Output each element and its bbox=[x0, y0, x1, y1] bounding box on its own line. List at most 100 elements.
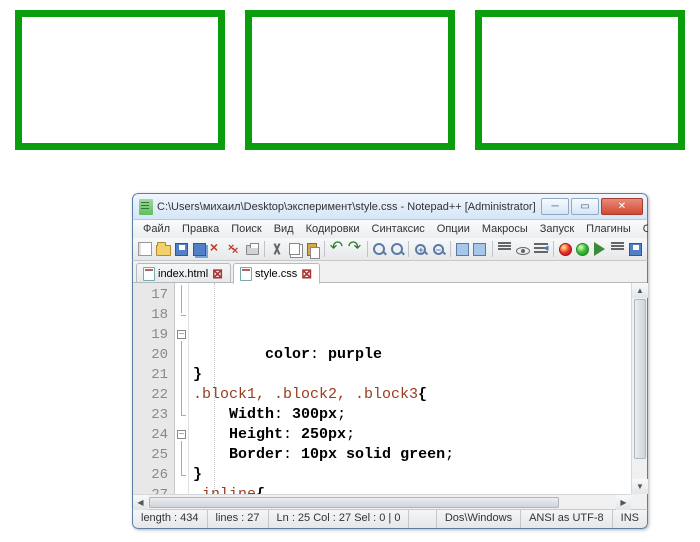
menu-options[interactable]: Опции bbox=[431, 221, 476, 237]
macro-record-button[interactable] bbox=[557, 240, 572, 258]
line-number: 21 bbox=[133, 365, 168, 385]
statusbar: length : 434 lines : 27 Ln : 25 Col : 27… bbox=[132, 509, 648, 529]
copy-button[interactable] bbox=[287, 240, 302, 258]
window-title: C:\Users\михаил\Desktop\эксперимент\styl… bbox=[157, 201, 541, 213]
sync-h-button[interactable] bbox=[472, 240, 487, 258]
open-file-button[interactable] bbox=[155, 240, 172, 258]
paste-button[interactable] bbox=[304, 240, 319, 258]
editor: 1718192021222324252627 − − color: purple}… bbox=[132, 283, 648, 509]
menu-syntax[interactable]: Синтаксис bbox=[366, 221, 431, 237]
close-tab-icon[interactable]: ⊠ bbox=[211, 266, 224, 282]
macro-save-button[interactable] bbox=[628, 240, 643, 258]
vertical-scrollbar[interactable]: ▲ ▼ bbox=[631, 283, 647, 494]
maximize-button[interactable]: ▭ bbox=[571, 198, 599, 215]
code-line[interactable]: Height: 250px; bbox=[193, 425, 647, 445]
close-button[interactable]: × bbox=[209, 240, 225, 258]
undo-button[interactable]: ↶ bbox=[329, 240, 345, 258]
fold-toggle[interactable]: − bbox=[177, 430, 186, 439]
save-button[interactable] bbox=[174, 240, 189, 258]
open-folder-icon bbox=[156, 245, 171, 256]
sync-v-button[interactable] bbox=[455, 240, 470, 258]
save-all-button[interactable] bbox=[191, 240, 206, 258]
macro-play-button[interactable] bbox=[592, 240, 607, 258]
status-insert-mode[interactable]: INS bbox=[613, 510, 647, 528]
file-icon bbox=[143, 267, 155, 281]
new-file-button[interactable] bbox=[137, 240, 153, 258]
record-icon bbox=[559, 243, 572, 256]
menu-run[interactable]: Запуск bbox=[534, 221, 580, 237]
minimize-button[interactable]: ─ bbox=[541, 198, 569, 215]
fold-line bbox=[181, 341, 182, 415]
tab-bar: index.html⊠style.css⊠ bbox=[132, 261, 648, 283]
tab-label: style.css bbox=[255, 268, 297, 280]
zoom-in-icon: + bbox=[415, 244, 426, 255]
paste-icon bbox=[307, 243, 317, 256]
code-line[interactable]: color: purple bbox=[193, 345, 647, 365]
menu-search[interactable]: Поиск bbox=[225, 221, 267, 237]
redo-button[interactable]: ↷ bbox=[347, 240, 363, 258]
find-button[interactable] bbox=[372, 240, 387, 258]
cut-button[interactable] bbox=[269, 240, 285, 258]
close-window-button[interactable]: ✕ bbox=[601, 198, 643, 215]
notepad-plus-plus-window: C:\Users\михаил\Desktop\эксперимент\styl… bbox=[132, 193, 648, 529]
line-number: 25 bbox=[133, 445, 168, 465]
stop-macro-icon bbox=[576, 243, 589, 256]
code-line[interactable]: .block1, .block2, .block3{ bbox=[193, 385, 647, 405]
toolbar: × × ↶ ↷ + − bbox=[132, 238, 648, 261]
titlebar[interactable]: C:\Users\михаил\Desktop\эксперимент\styl… bbox=[132, 193, 648, 220]
zoom-in-button[interactable]: + bbox=[413, 240, 428, 258]
fold-toggle[interactable]: − bbox=[177, 330, 186, 339]
replace-icon bbox=[391, 243, 403, 255]
app-icon bbox=[139, 199, 153, 215]
code-line[interactable]: Border: 10px solid green; bbox=[193, 445, 647, 465]
fold-line bbox=[181, 441, 182, 475]
menu-encoding[interactable]: Кодировки bbox=[300, 221, 366, 237]
menu-plugins[interactable]: Плагины bbox=[580, 221, 637, 237]
horizontal-scrollbar[interactable]: ◀ ▶ bbox=[133, 494, 631, 509]
toolbar-sep bbox=[264, 241, 265, 257]
status-encoding[interactable]: ANSI as UTF-8 bbox=[521, 510, 613, 528]
line-number-gutter: 1718192021222324252627 bbox=[133, 283, 175, 509]
fold-end bbox=[181, 415, 186, 416]
replace-button[interactable] bbox=[389, 240, 404, 258]
copy-icon bbox=[289, 243, 300, 255]
save-icon bbox=[175, 243, 188, 256]
zoom-out-icon: − bbox=[433, 244, 444, 255]
tab-index-html[interactable]: index.html⊠ bbox=[136, 263, 231, 283]
zoom-out-button[interactable]: − bbox=[431, 240, 446, 258]
tab-style-css[interactable]: style.css⊠ bbox=[233, 263, 320, 284]
menu-view[interactable]: Вид bbox=[268, 221, 300, 237]
code-area[interactable]: color: purple}.block1, .block2, .block3{… bbox=[189, 283, 647, 509]
indent-guide-button[interactable] bbox=[533, 240, 549, 258]
save-all-icon bbox=[193, 243, 206, 256]
line-number: 17 bbox=[133, 285, 168, 305]
menu-windows[interactable]: Окна bbox=[637, 221, 648, 237]
scroll-right-button[interactable]: ▶ bbox=[616, 495, 631, 510]
close-tab-icon[interactable]: ⊠ bbox=[300, 266, 313, 282]
macro-repeat-button[interactable] bbox=[610, 240, 626, 258]
fold-end bbox=[181, 315, 186, 316]
scroll-thumb-v[interactable] bbox=[634, 299, 646, 459]
demo-output bbox=[0, 0, 700, 170]
close-all-button[interactable]: × bbox=[227, 240, 243, 258]
menu-edit[interactable]: Правка bbox=[176, 221, 225, 237]
code-line[interactable]: } bbox=[193, 365, 647, 385]
scroll-thumb-h[interactable] bbox=[149, 497, 559, 508]
word-wrap-button[interactable] bbox=[497, 240, 513, 258]
scroll-left-button[interactable]: ◀ bbox=[133, 495, 148, 510]
play-icon bbox=[594, 242, 605, 256]
scroll-down-button[interactable]: ▼ bbox=[632, 479, 648, 494]
print-icon bbox=[246, 245, 259, 255]
macro-stop-button[interactable] bbox=[575, 240, 590, 258]
menu-file[interactable]: Файл bbox=[137, 221, 176, 237]
toolbar-sep bbox=[367, 241, 368, 257]
menu-macros[interactable]: Макросы bbox=[476, 221, 534, 237]
sync-h-icon bbox=[473, 243, 486, 256]
scroll-up-button[interactable]: ▲ bbox=[632, 283, 648, 298]
redo-icon: ↷ bbox=[348, 242, 362, 256]
code-line[interactable]: Width: 300px; bbox=[193, 405, 647, 425]
show-all-button[interactable] bbox=[515, 240, 531, 258]
print-button[interactable] bbox=[245, 240, 260, 258]
code-line[interactable]: } bbox=[193, 465, 647, 485]
status-eol[interactable]: Dos\Windows bbox=[437, 510, 521, 528]
